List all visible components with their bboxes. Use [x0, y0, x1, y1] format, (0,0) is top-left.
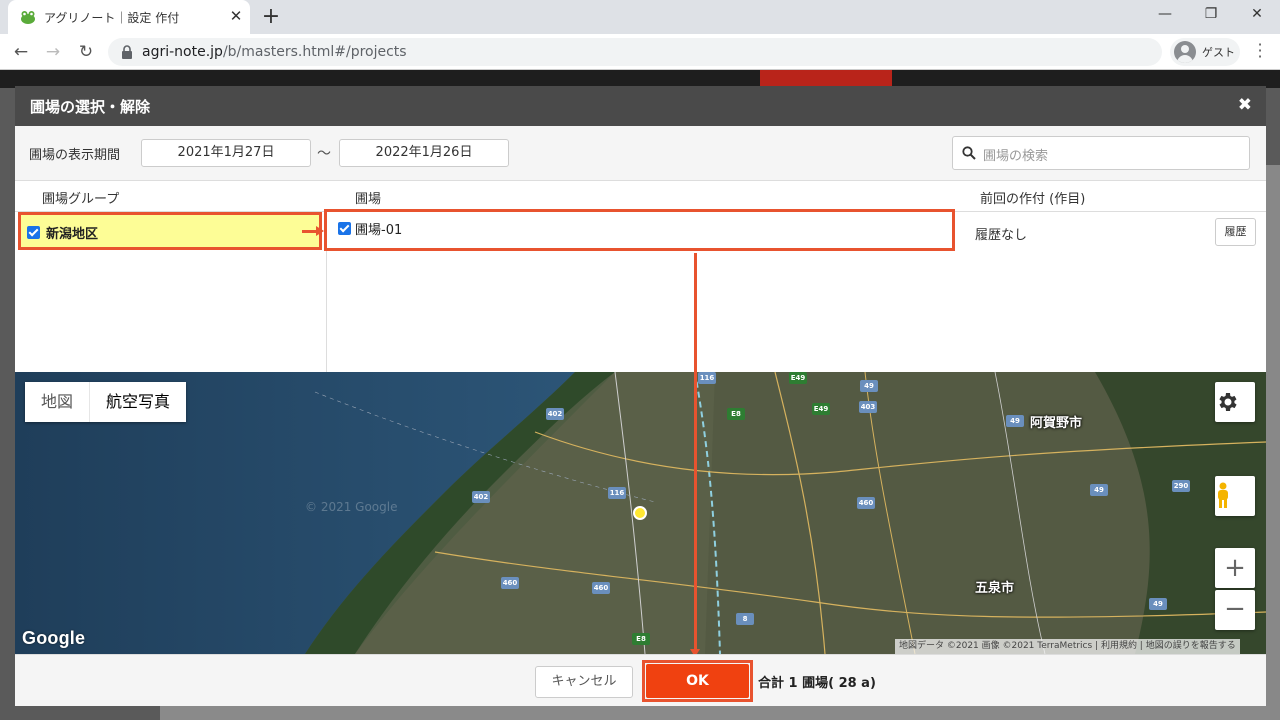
- date-range-separator: ～: [317, 146, 331, 162]
- period-label: 圃場の表示期間: [29, 148, 121, 163]
- tab-close-icon[interactable]: ✕: [226, 7, 246, 25]
- map-type-switcher: 地図 航空写真: [25, 382, 187, 422]
- browser-tab[interactable]: アグリノート｜設定 作付 ✕: [8, 0, 250, 34]
- road-badge: 290: [1172, 480, 1190, 492]
- map-type-map-button[interactable]: 地図: [25, 382, 91, 422]
- lock-icon: [122, 45, 132, 59]
- ok-button[interactable]: OK: [646, 664, 749, 698]
- previous-crop-text: 履歴なし: [975, 228, 1028, 243]
- city-label-gosen: 五泉市: [975, 581, 1015, 596]
- pegman-icon: [1218, 482, 1228, 508]
- modal-close-icon[interactable]: ✖: [1238, 95, 1252, 115]
- road-badge: 49: [1090, 484, 1108, 496]
- road-badge: 402: [546, 408, 564, 420]
- selection-total: 合計 1 圃場( 28 a): [758, 676, 876, 691]
- url-input[interactable]: agri-note.jp/b/masters.html#/projects: [108, 38, 1162, 66]
- search-icon: [962, 146, 976, 160]
- road-badge: 460: [501, 577, 519, 589]
- gear-icon: [1219, 393, 1237, 411]
- profile-label: ゲスト: [1202, 46, 1235, 59]
- map-settings-button[interactable]: [1215, 382, 1255, 422]
- road-badge: E8: [727, 408, 745, 420]
- road-badge: 460: [592, 582, 610, 594]
- new-tab-button[interactable]: +: [259, 4, 283, 29]
- search-placeholder: 圃場の検索: [983, 149, 1049, 164]
- profile-button[interactable]: ゲスト: [1170, 38, 1240, 66]
- column-header-field: 圃場: [355, 192, 382, 207]
- field-search-input[interactable]: 圃場の検索: [952, 136, 1250, 170]
- group-label: 新潟地区: [46, 227, 99, 242]
- road-badge: 49: [1149, 598, 1167, 610]
- road-badge: 460: [857, 497, 875, 509]
- url-host: agri-note.jp: [142, 44, 223, 60]
- google-logo: Google: [22, 628, 86, 648]
- url-path: /b/masters.html#/projects: [222, 44, 407, 60]
- reload-icon[interactable]: ↻: [75, 41, 97, 63]
- url-text: agri-note.jp/b/masters.html#/projects: [142, 44, 407, 60]
- address-bar-row: ← → ↻ agri-note.jp/b/masters.html#/proje…: [0, 34, 1280, 70]
- road-badge: E49: [812, 403, 830, 415]
- background-page-footer: [160, 706, 1270, 720]
- avatar-icon: [1174, 41, 1196, 63]
- map-type-satellite-button[interactable]: 航空写真: [90, 382, 186, 422]
- frog-icon: [21, 11, 35, 24]
- cancel-button[interactable]: キャンセル: [535, 666, 633, 698]
- selection-list: 新潟地区 圃場-01 履歴なし 履歴: [15, 209, 1266, 372]
- annotation-arrow-down: [690, 253, 700, 657]
- map-watermark: © 2021 Google: [305, 500, 398, 514]
- zoom-in-button[interactable]: +: [1215, 548, 1255, 588]
- road-badge: 49: [1006, 415, 1024, 427]
- road-badge: 116: [608, 487, 626, 499]
- list-column-headers: 圃場グループ 圃場 前回の作付 (作目): [15, 181, 1266, 212]
- tab-title: アグリノート｜設定 作付: [44, 11, 180, 25]
- modal-header: 圃場の選択・解除 ✖: [15, 86, 1266, 126]
- field-selection-modal: 圃場の選択・解除 ✖ 圃場の表示期間 2021年1月27日 ～ 2022年1月2…: [15, 86, 1266, 706]
- date-from-field[interactable]: 2021年1月27日: [141, 139, 311, 167]
- annotation-arrow-right: [302, 226, 324, 236]
- modal-footer: キャンセル OK 合計 1 圃場( 28 a): [15, 654, 1266, 706]
- column-header-group: 圃場グループ: [42, 192, 120, 207]
- forward-arrow-icon[interactable]: →: [42, 41, 64, 63]
- history-button[interactable]: 履歴: [1215, 218, 1256, 246]
- road-badge: E49: [789, 372, 807, 384]
- road-badge: 49: [860, 380, 878, 392]
- modal-title: 圃場の選択・解除: [30, 98, 151, 116]
- road-badge: 402: [472, 491, 490, 503]
- back-arrow-icon[interactable]: ←: [10, 41, 32, 63]
- road-badge: E8: [632, 633, 650, 645]
- browser-tab-bar: アグリノート｜設定 作付 ✕ + — ❐ ✕: [0, 0, 1280, 34]
- window-close-button[interactable]: ✕: [1242, 6, 1272, 22]
- zoom-out-button[interactable]: −: [1215, 590, 1255, 630]
- road-badge: 403: [859, 401, 877, 413]
- group-checkbox[interactable]: [27, 226, 40, 239]
- road-badge: 8: [736, 613, 754, 625]
- city-label-agano: 阿賀野市: [1030, 416, 1083, 431]
- date-to-field[interactable]: 2022年1月26日: [339, 139, 509, 167]
- minimize-button[interactable]: —: [1150, 6, 1180, 22]
- field-checkbox[interactable]: [338, 222, 351, 235]
- restore-button[interactable]: ❐: [1196, 6, 1226, 22]
- field-row-01[interactable]: 圃場-01: [324, 209, 955, 251]
- background-page-edge: [1266, 165, 1280, 720]
- column-header-previous-crop: 前回の作付 (作目): [980, 192, 1086, 207]
- map-attribution[interactable]: 地図データ ©2021 画像 ©2021 TerraMetrics | 利用規約…: [895, 639, 1240, 654]
- street-view-button[interactable]: [1215, 476, 1255, 516]
- more-menu-icon[interactable]: · · ·: [1250, 37, 1270, 65]
- filter-row: 圃場の表示期間 2021年1月27日 ～ 2022年1月26日 圃場の検索: [15, 126, 1266, 181]
- group-row-niigata[interactable]: 新潟地区: [18, 212, 322, 250]
- road-badge: 116: [698, 372, 716, 384]
- field-label: 圃場-01: [355, 223, 403, 238]
- satellite-map[interactable]: © 2021 Google 402 402 116 116 460 460 46…: [15, 372, 1266, 654]
- field-location-marker[interactable]: [633, 506, 647, 520]
